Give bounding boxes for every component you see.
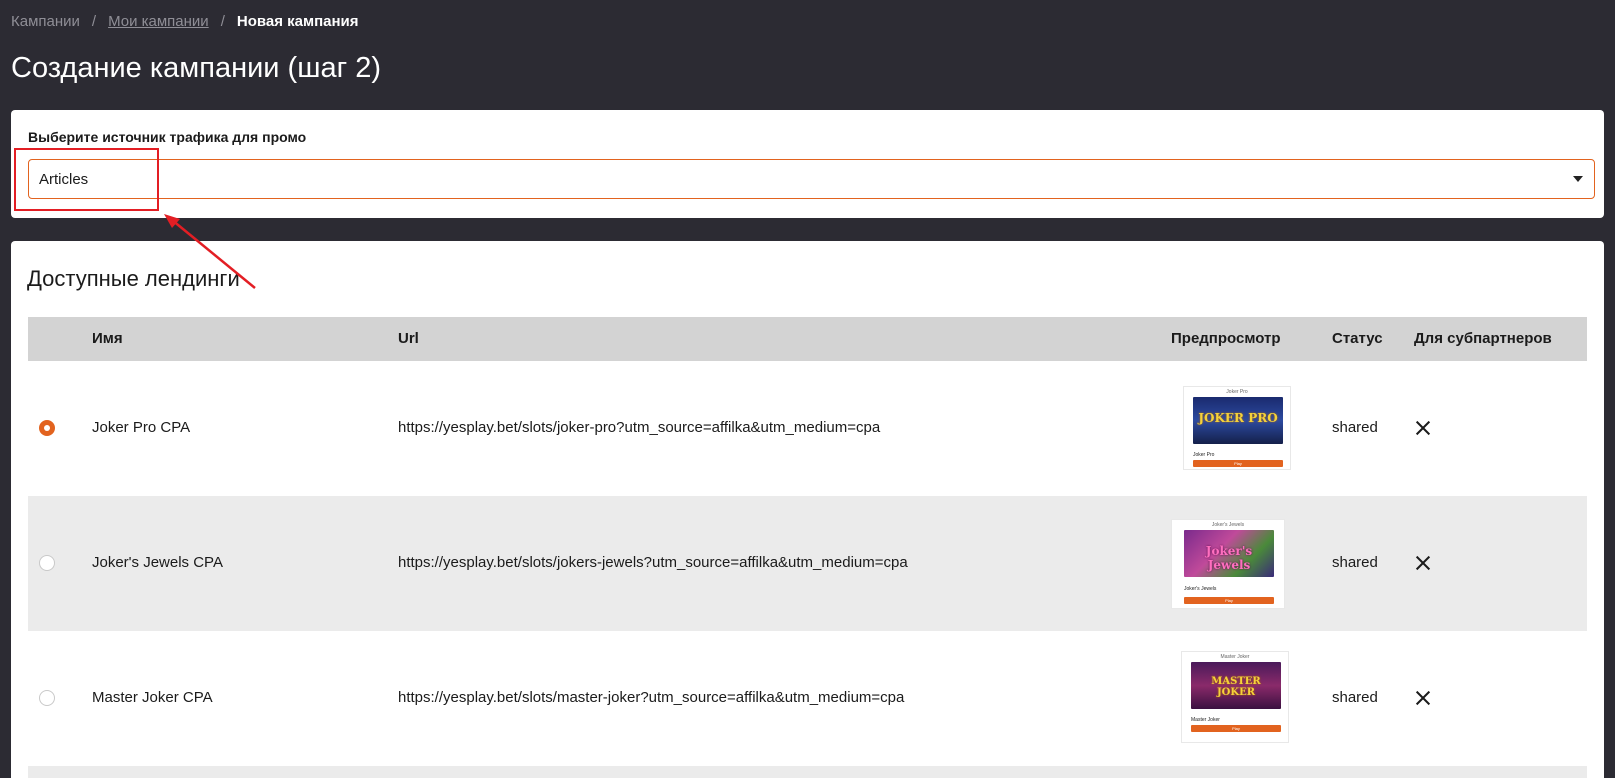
close-icon bbox=[1416, 421, 1430, 435]
table-row-partial bbox=[28, 766, 1587, 778]
preview-play-label: Play bbox=[1232, 726, 1240, 731]
breadcrumb-separator: / bbox=[91, 13, 97, 30]
landing-status: shared bbox=[1332, 554, 1378, 571]
preview-name: Master Joker bbox=[1191, 717, 1220, 723]
column-header-status: Статус bbox=[1332, 330, 1383, 347]
traffic-source-label: Выберите источник трафика для промо bbox=[28, 129, 307, 145]
breadcrumb: Кампании / Мои кампании / Новая кампания bbox=[11, 13, 359, 30]
preview-logo: Joker's Jewels bbox=[1205, 544, 1253, 572]
breadcrumb-item-new-campaign: Новая кампания bbox=[236, 13, 359, 30]
breadcrumb-item-campaigns[interactable]: Кампании bbox=[11, 13, 80, 30]
preview-play-button: Play bbox=[1184, 597, 1274, 604]
caret-down-icon bbox=[1573, 176, 1583, 182]
landing-url: https://yesplay.bet/slots/joker-pro?utm_… bbox=[398, 419, 881, 436]
landing-status: shared bbox=[1332, 419, 1378, 436]
close-icon bbox=[1416, 556, 1430, 570]
breadcrumb-separator: / bbox=[220, 13, 225, 30]
column-header-preview: Предпросмотр bbox=[1171, 330, 1281, 347]
annotation-highlight-box bbox=[14, 148, 159, 211]
close-icon bbox=[1416, 691, 1430, 705]
landings-card: Доступные лендинги Имя Url Предпросмотр … bbox=[11, 241, 1604, 778]
preview-image: MASTER JOKER bbox=[1191, 662, 1281, 709]
landing-preview[interactable]: Joker Pro JOKER PRO Joker Pro Play bbox=[1183, 386, 1291, 470]
column-header-subpartners: Для субпартнеров bbox=[1414, 330, 1552, 347]
traffic-source-card: Выберите источник трафика для промо Arti… bbox=[11, 110, 1604, 218]
table-row[interactable]: Master Joker CPA https://yesplay.bet/slo… bbox=[28, 631, 1587, 766]
landing-preview[interactable]: Master Joker MASTER JOKER Master Joker P… bbox=[1181, 651, 1289, 743]
landing-url: https://yesplay.bet/slots/jokers-jewels?… bbox=[398, 554, 908, 571]
preview-play-button: Play bbox=[1191, 725, 1281, 732]
table-header: Имя Url Предпросмотр Статус Для субпартн… bbox=[28, 317, 1587, 361]
preview-image: Joker's Jewels bbox=[1184, 530, 1274, 577]
preview-play-label: Play bbox=[1234, 461, 1242, 466]
page-title: Создание кампании (шаг 2) bbox=[11, 52, 382, 84]
preview-play-button: Play bbox=[1193, 460, 1283, 467]
landing-status: shared bbox=[1332, 689, 1378, 706]
preview-logo: MASTER JOKER bbox=[1211, 676, 1261, 698]
preview-play-label: Play bbox=[1225, 598, 1233, 603]
column-header-name: Имя bbox=[92, 330, 123, 347]
column-header-url: Url bbox=[398, 330, 419, 347]
breadcrumb-item-my-campaigns[interactable]: Мои кампании bbox=[108, 13, 209, 30]
row-radio[interactable] bbox=[39, 555, 55, 571]
table-row[interactable]: Joker's Jewels CPA https://yesplay.bet/s… bbox=[28, 496, 1587, 631]
preview-title: Joker Pro bbox=[1226, 389, 1248, 395]
landing-preview[interactable]: Joker's Jewels Joker's Jewels Joker's Je… bbox=[1171, 519, 1285, 609]
traffic-source-select[interactable]: Articles bbox=[28, 159, 1595, 199]
preview-name: Joker Pro bbox=[1193, 452, 1215, 458]
landings-title: Доступные лендинги bbox=[27, 266, 240, 291]
preview-logo: JOKER PRO bbox=[1198, 411, 1278, 425]
landing-name: Joker's Jewels CPA bbox=[92, 554, 223, 571]
row-radio[interactable] bbox=[39, 420, 55, 436]
preview-title: Joker's Jewels bbox=[1211, 522, 1245, 528]
landing-name: Master Joker CPA bbox=[92, 689, 213, 706]
landing-name: Joker Pro CPA bbox=[92, 419, 191, 436]
preview-image: JOKER PRO bbox=[1193, 397, 1283, 444]
preview-title: Master Joker bbox=[1220, 654, 1250, 660]
row-radio[interactable] bbox=[39, 690, 55, 706]
table-row[interactable]: Joker Pro CPA https://yesplay.bet/slots/… bbox=[28, 361, 1587, 496]
landings-table: Имя Url Предпросмотр Статус Для субпартн… bbox=[28, 317, 1587, 778]
landing-url: https://yesplay.bet/slots/master-joker?u… bbox=[398, 689, 905, 706]
preview-name: Joker's Jewels bbox=[1184, 586, 1217, 592]
